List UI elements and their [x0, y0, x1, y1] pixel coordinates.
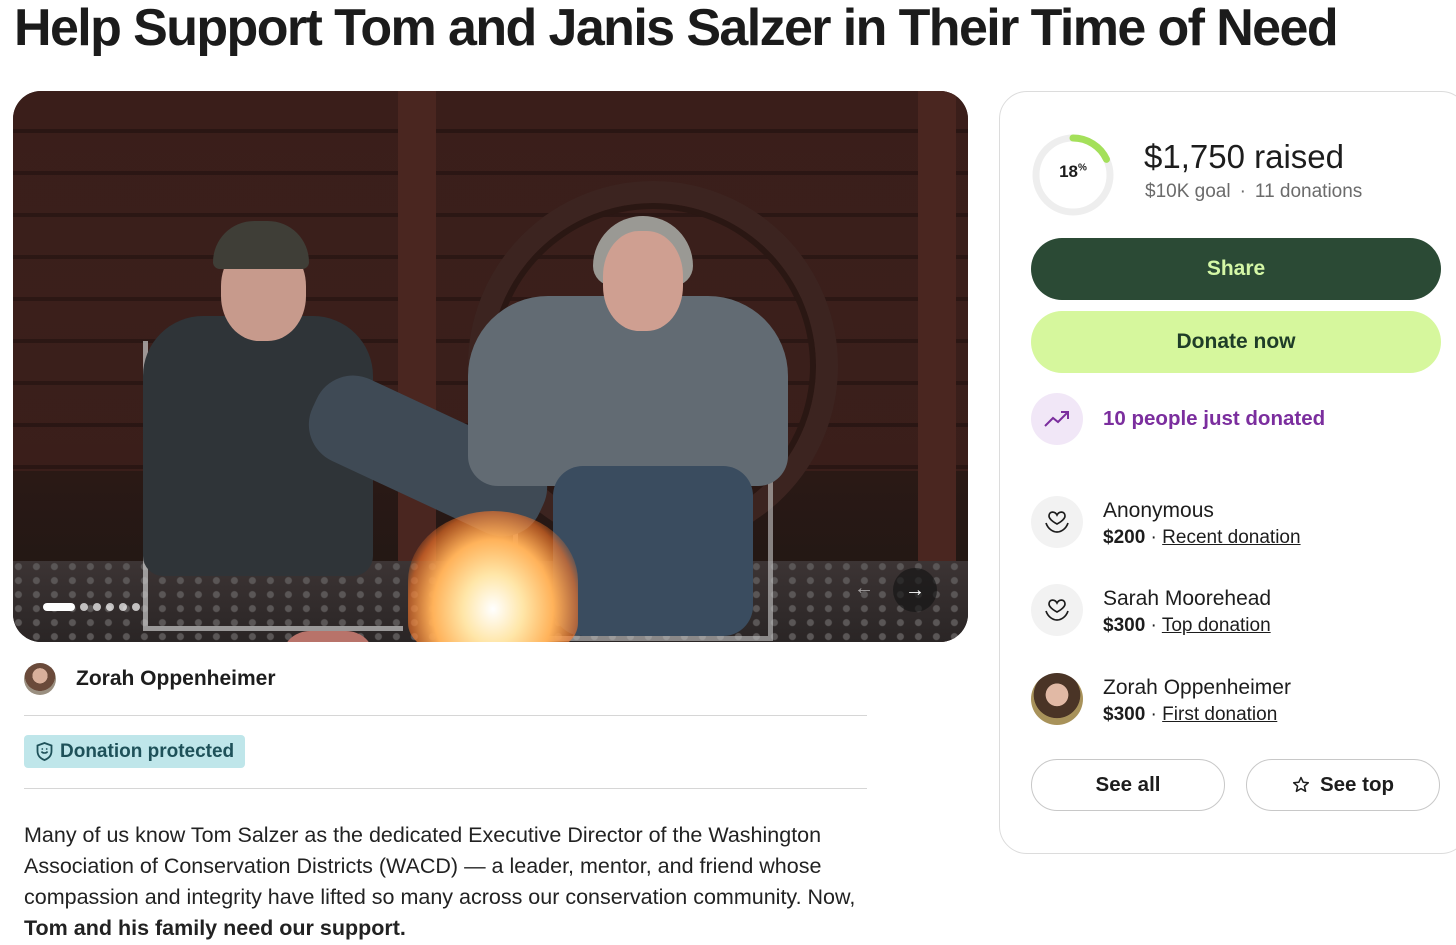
see-all-button[interactable]: See all: [1031, 759, 1225, 811]
donor-name: Anonymous: [1103, 499, 1214, 522]
image-detail: [918, 91, 956, 642]
organizer[interactable]: Zorah Oppenheimer: [24, 663, 276, 695]
donation-count[interactable]: 11 donations: [1255, 181, 1362, 202]
arrow-right-icon[interactable]: →: [893, 568, 937, 612]
see-all-label: See all: [1095, 773, 1161, 796]
star-icon: [1292, 776, 1310, 793]
donor-name: Zorah Oppenheimer: [1103, 676, 1291, 699]
percent-symbol: %: [1078, 162, 1087, 174]
recent-activity-label: 10 people just donated: [1103, 407, 1326, 430]
donation-tag-link[interactable]: Top donation: [1162, 615, 1271, 636]
heart-hand-icon: [1031, 496, 1083, 548]
donation-item: Zorah Oppenheimer $300 · First donation: [1031, 673, 1291, 728]
organizer-name[interactable]: Zorah Oppenheimer: [76, 667, 276, 691]
goal-amount: $10K goal: [1145, 181, 1231, 202]
donation-separator: ·: [1145, 527, 1163, 548]
recent-activity: 10 people just donated: [1031, 393, 1325, 445]
donor-name: Sarah Moorehead: [1103, 587, 1272, 610]
slide-dot[interactable]: [80, 603, 88, 611]
donation-separator: ·: [1145, 704, 1163, 725]
donation-amount: $200: [1103, 527, 1146, 548]
campaign-story: Many of us know Tom Salzer as the dedica…: [24, 820, 874, 944]
progress-percent: 18%: [1031, 162, 1115, 182]
badge-label: Donation protected: [60, 740, 235, 762]
meta-separator: ·: [1239, 181, 1246, 202]
image-detail: [553, 466, 753, 636]
avatar: [24, 663, 56, 695]
donation-amount: $300: [1103, 704, 1146, 725]
donate-now-button[interactable]: Donate now: [1031, 311, 1441, 373]
donation-amount: $300: [1103, 615, 1146, 636]
amount-raised: $1,750 raised: [1144, 138, 1344, 175]
goal-meta: $10K goal · 11 donations: [1145, 181, 1362, 203]
donation-tag-link[interactable]: First donation: [1162, 704, 1277, 725]
page-title: Help Support Tom and Janis Salzer in The…: [14, 0, 1339, 57]
divider: [24, 788, 867, 789]
donation-separator: ·: [1145, 615, 1162, 636]
donation-protected-badge[interactable]: Donation protected: [24, 735, 246, 768]
arrow-left-icon[interactable]: ←: [846, 570, 882, 606]
heart-hand-icon: [1031, 584, 1083, 636]
slide-dot[interactable]: [119, 603, 127, 611]
see-top-label: See top: [1319, 773, 1395, 796]
donation-item: Anonymous $200 · Recent donation: [1031, 496, 1301, 551]
slide-dot[interactable]: [106, 603, 114, 611]
campfire: [408, 511, 578, 642]
story-bold-text: Tom and his family need our support.: [24, 916, 406, 940]
trending-up-icon: [1031, 393, 1083, 445]
slide-dot[interactable]: [93, 603, 101, 611]
donation-item: Sarah Moorehead $300 · Top donation: [1031, 584, 1271, 639]
image-detail: [603, 231, 683, 331]
divider: [24, 715, 867, 716]
donation-tag-link[interactable]: Recent donation: [1162, 527, 1300, 548]
see-top-button[interactable]: See top: [1246, 759, 1440, 811]
slide-indicators: [43, 602, 140, 612]
story-text: Many of us know Tom Salzer as the dedica…: [24, 823, 856, 909]
campaign-image-gallery[interactable]: ← →: [13, 91, 968, 642]
avatar: [1031, 673, 1083, 725]
shield-icon: [36, 742, 53, 761]
share-button[interactable]: Share: [1031, 238, 1441, 300]
progress-percent-value: 18: [1059, 162, 1078, 181]
slide-dot[interactable]: [132, 603, 140, 611]
slide-dot-active[interactable]: [43, 603, 75, 611]
